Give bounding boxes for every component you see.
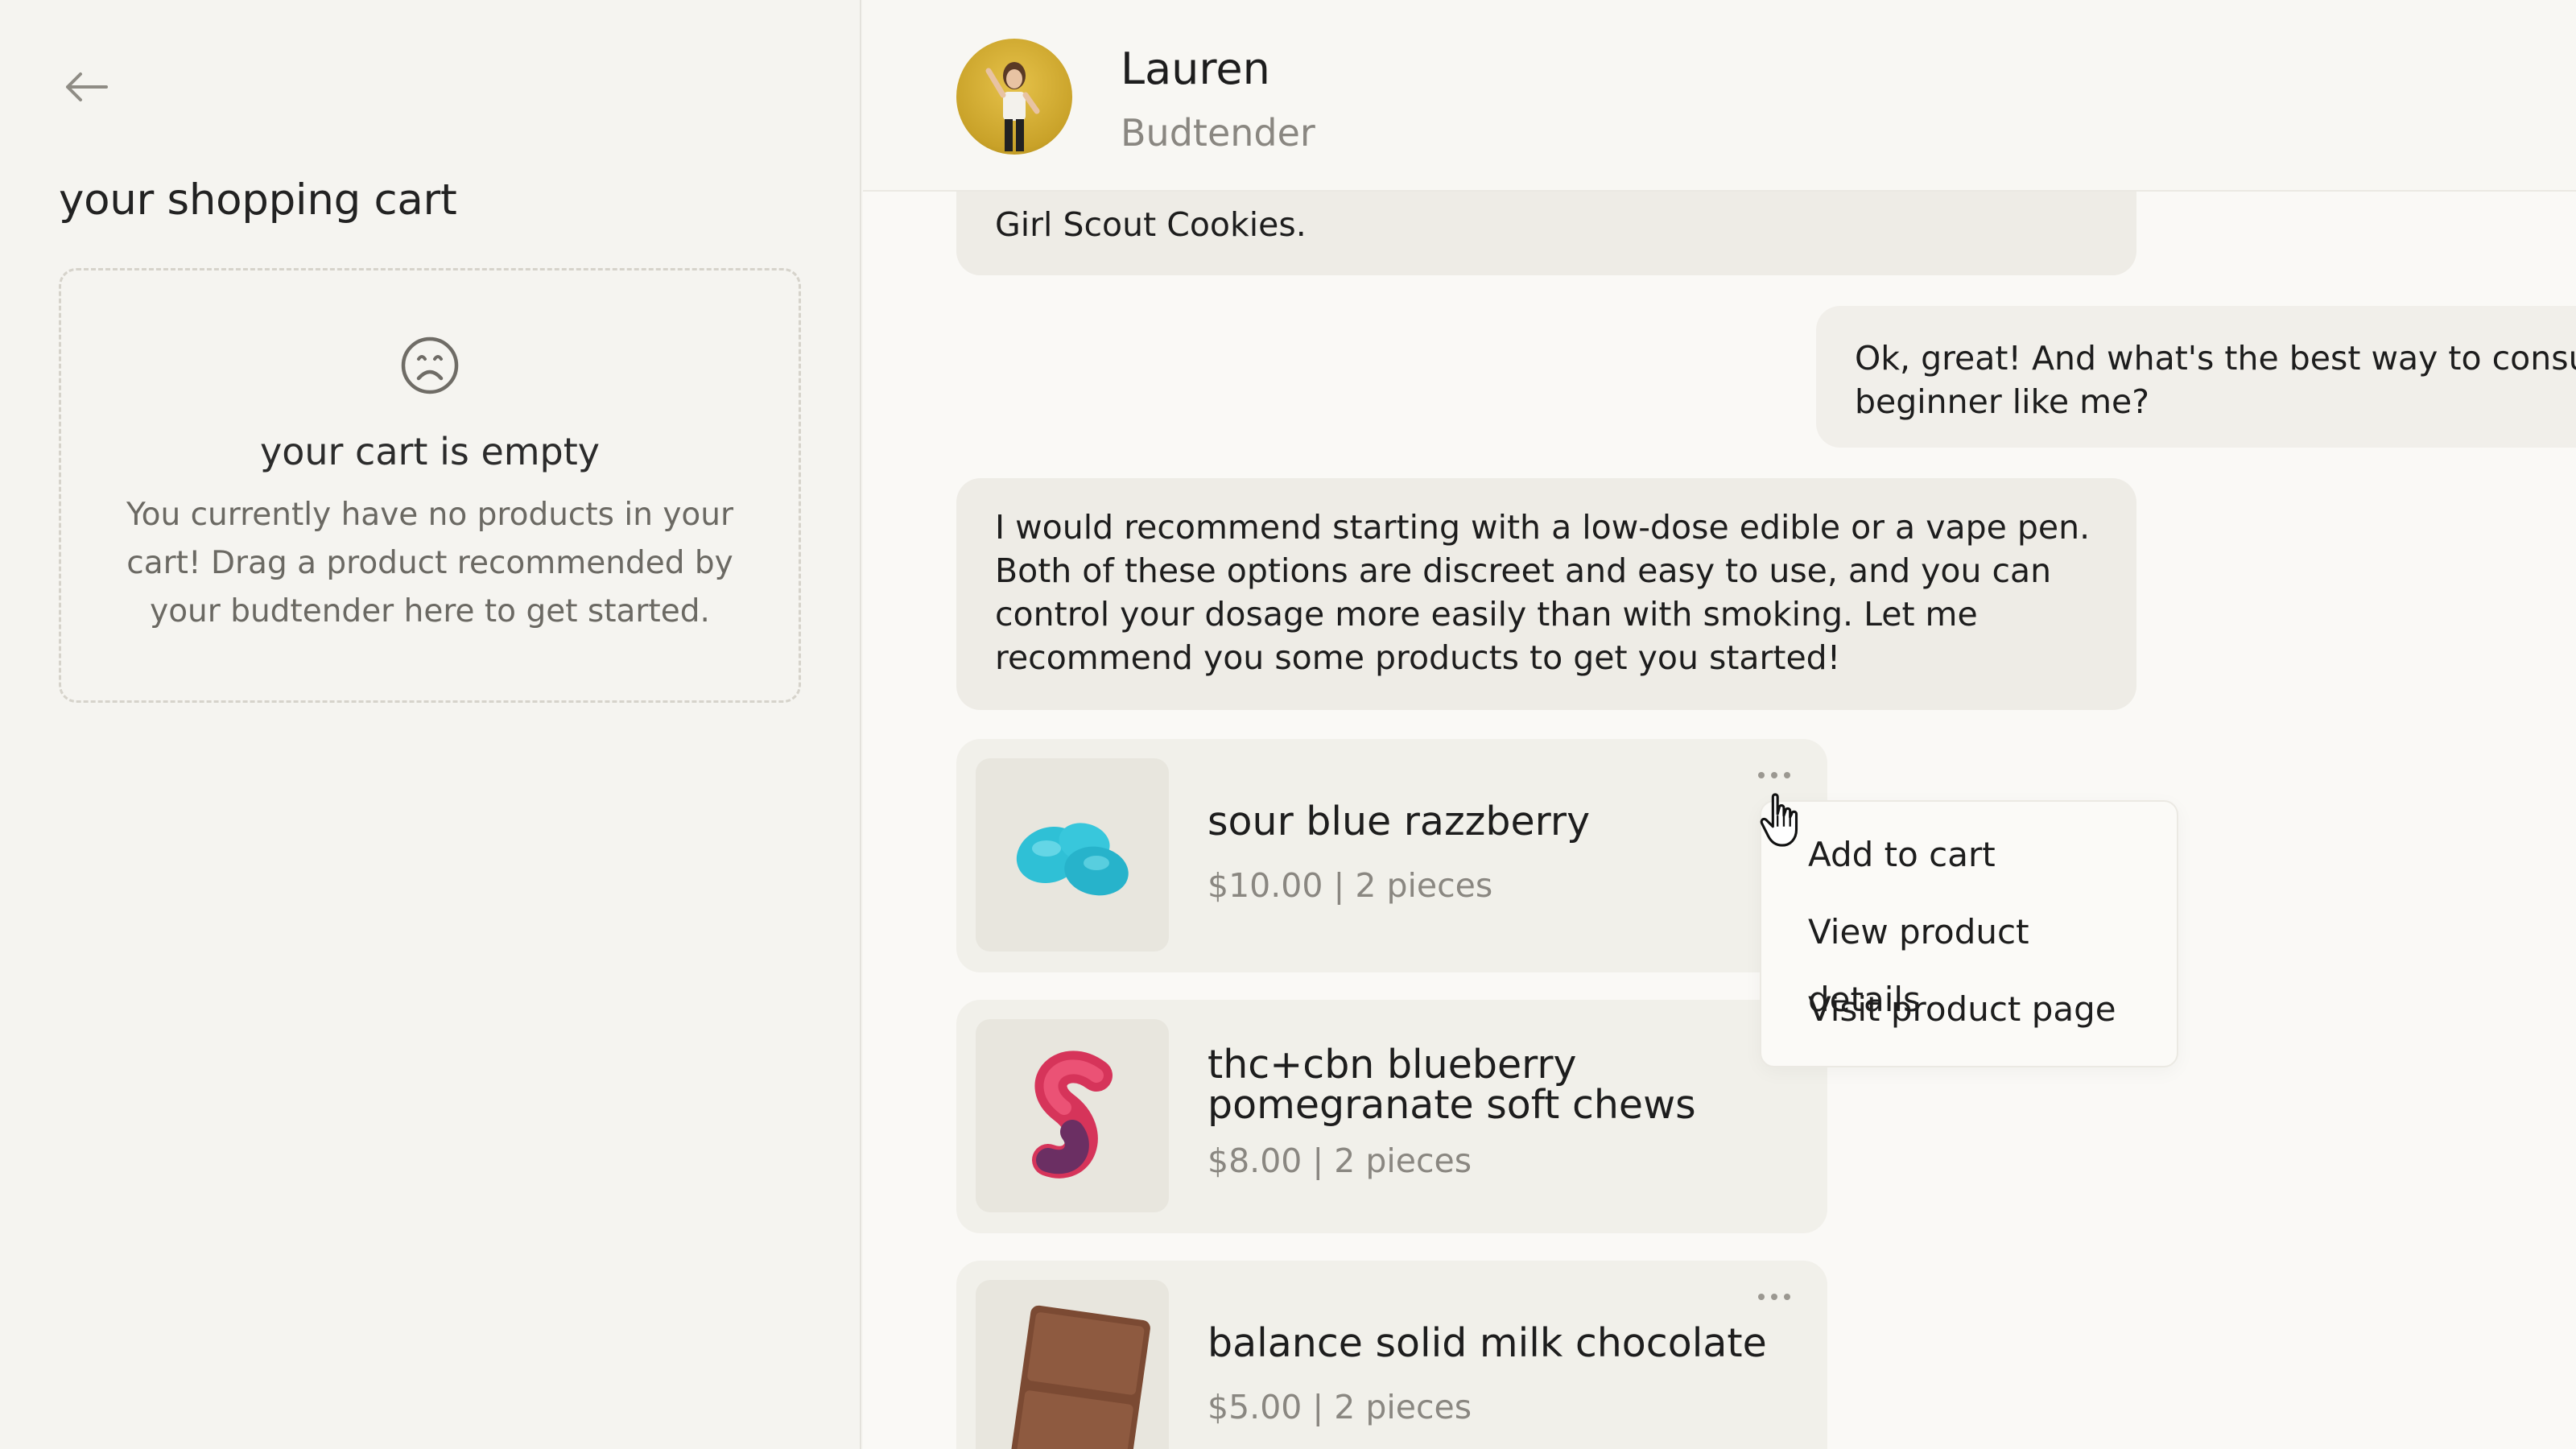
more-options-button[interactable]	[1750, 1285, 1798, 1309]
menu-item-view-product-details[interactable]: View product details	[1761, 898, 2177, 1019]
gummy-image-icon	[1016, 823, 1129, 896]
more-horizontal-icon	[1784, 772, 1790, 778]
product-name: balance solid milk chocolate	[1208, 1320, 1767, 1366]
more-horizontal-icon	[1771, 772, 1777, 778]
sad-face-icon	[401, 336, 459, 394]
product-image	[976, 758, 1169, 952]
app-root: your shopping cart your cart is empty Yo…	[0, 0, 2576, 1449]
avatar	[956, 39, 1072, 155]
soft-chew-image-icon	[1032, 1051, 1113, 1179]
back-button[interactable]	[61, 63, 109, 111]
agent-name: Lauren	[1121, 43, 1270, 94]
avatar-portrait-icon	[985, 62, 1040, 151]
cart-panel: your shopping cart your cart is empty Yo…	[0, 0, 861, 1449]
product-card-thc-cbn-blueberry[interactable]: thc+cbn blueberry pomegranate soft chews…	[956, 1000, 1827, 1233]
product-meta: $8.00 | 2 pieces	[1208, 1141, 1472, 1180]
more-horizontal-icon	[1758, 772, 1765, 778]
more-horizontal-icon	[1758, 1294, 1765, 1300]
product-image	[976, 1280, 1169, 1449]
user-message: Ok, great! And what's the best way to co…	[1816, 306, 2576, 448]
cart-title: your shopping cart	[59, 175, 457, 225]
chocolate-image-icon	[1010, 1305, 1150, 1449]
more-horizontal-icon	[1771, 1294, 1777, 1300]
agent-role: Budtender	[1121, 111, 1315, 155]
product-card-sour-blue-razzberry[interactable]: sour blue razzberry $10.00 | 2 pieces	[956, 739, 1827, 972]
more-options-button[interactable]	[1750, 763, 1798, 787]
more-horizontal-icon	[1784, 1294, 1790, 1300]
product-context-menu: Add to cart View product details Visit p…	[1760, 800, 2178, 1067]
bot-message: I would recommend starting with a low-do…	[956, 478, 2136, 710]
product-card-balance-milk-chocolate[interactable]: balance solid milk chocolate $5.00 | 2 p…	[956, 1261, 1827, 1449]
empty-cart-description: You currently have no products in your c…	[126, 497, 734, 630]
user-message-text: Ok, great! And what's the best way to co…	[1855, 339, 2576, 421]
product-name: thc+cbn blueberry pomegranate soft chews	[1208, 1042, 1696, 1128]
empty-cart-title: your cart is empty	[259, 430, 601, 473]
chat-header: Lauren Budtender	[863, 0, 2576, 192]
menu-item-add-to-cart[interactable]: Add to cart	[1761, 821, 2177, 898]
product-meta: $5.00 | 2 pieces	[1208, 1388, 1472, 1426]
cart-drop-zone[interactable]: your cart is empty You currently have no…	[59, 268, 801, 703]
hand-pointer-icon	[1760, 793, 1798, 847]
product-name: sour blue razzberry	[1208, 799, 1591, 844]
product-image	[976, 1019, 1169, 1212]
chat-panel: Lauren Budtender Girl Scout Cookies. Ok,…	[863, 0, 2576, 1449]
product-meta: $10.00 | 2 pieces	[1208, 866, 1493, 905]
menu-item-visit-product-page[interactable]: Visit product page	[1761, 976, 2177, 1053]
arrow-left-icon	[66, 72, 108, 101]
